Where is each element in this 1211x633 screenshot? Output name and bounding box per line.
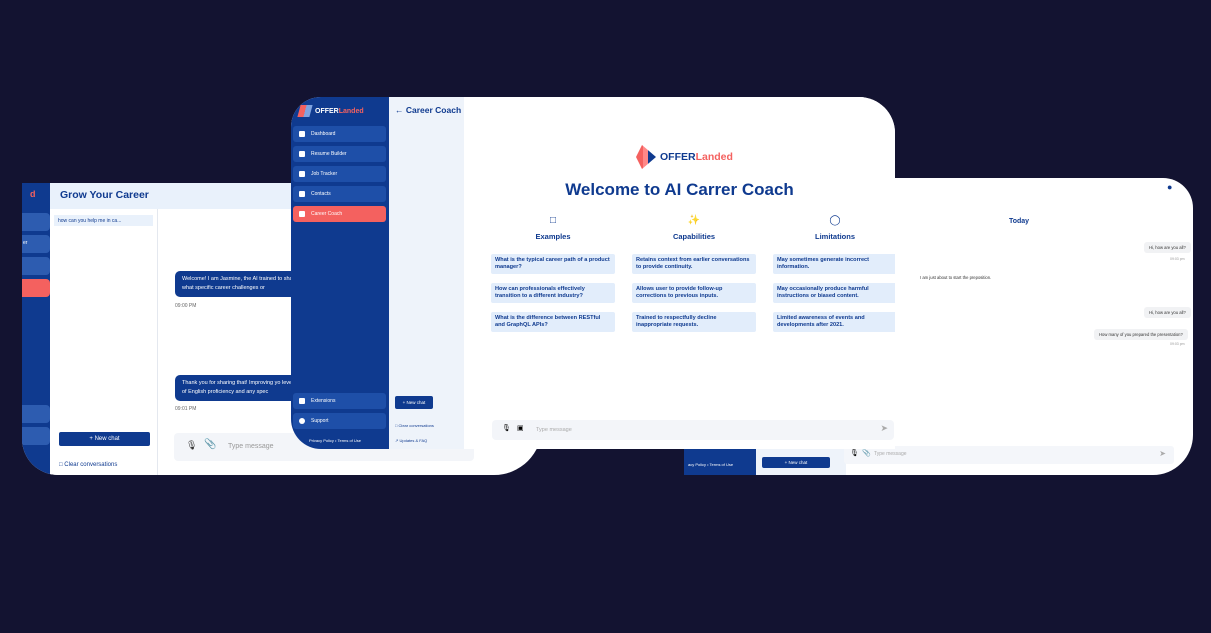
sidebar-item-resume-builder[interactable]: Resume Builder: [293, 146, 386, 162]
message-bubble: How many of you prepared the presentatio…: [1094, 329, 1188, 340]
examples-heading: Examples: [535, 232, 571, 241]
privacy-link[interactable]: Privacy Policy: [309, 438, 334, 443]
message-time: 09:03 pm: [1170, 257, 1185, 261]
footer-links[interactable]: acy Policy • Terms of Use: [688, 462, 733, 467]
shield-warning-icon: ◯: [829, 215, 841, 226]
brand-logo[interactable]: OFFER Landed: [297, 105, 364, 117]
message-input-bar: 🎙 ▣ Type message ➤: [492, 420, 894, 440]
resume-icon: [299, 151, 305, 157]
attach-icon[interactable]: 📎: [862, 449, 871, 457]
terms-link[interactable]: Terms of Use: [337, 438, 361, 443]
dashboard-icon: [299, 131, 305, 137]
message-time: 09:01 PM: [175, 406, 197, 412]
message-input[interactable]: Type message: [228, 443, 274, 450]
limitation-item: May sometimes generate incorrect informa…: [773, 254, 895, 274]
attach-icon[interactable]: 📎: [204, 439, 216, 450]
message-time: 09:00 PM: [175, 303, 197, 309]
updates-faq-link[interactable]: ↗ Updates & FAQ: [395, 438, 427, 443]
example-prompt[interactable]: What is the difference between RESTful a…: [491, 312, 615, 332]
headset-icon: [299, 418, 305, 424]
limitations-heading: Limitations: [814, 232, 855, 241]
chat-history-panel: ← Career Coach + New chat □ Clear conver…: [389, 97, 464, 449]
message-time: 09:03 pm: [1170, 342, 1185, 346]
message-text: I am just about to start the preposition…: [920, 275, 992, 280]
briefcase-icon: [299, 171, 305, 177]
image-icon[interactable]: ▣: [517, 424, 524, 432]
microphone-icon[interactable]: 🎙: [502, 424, 511, 432]
logo-icon: [297, 105, 313, 117]
microphone-icon[interactable]: 🎙: [850, 449, 859, 457]
new-chat-button[interactable]: + New chat: [395, 396, 433, 409]
date-divider: Today: [1008, 218, 1030, 225]
limitation-item: May occasionally produce harmful instruc…: [773, 283, 895, 303]
left-sidebar: d er: [22, 183, 50, 475]
contacts-icon: [299, 191, 305, 197]
assistant-message: Welcome! I am Jasmine, the AI trained to…: [175, 271, 305, 297]
sidebar-item-support[interactable]: Support: [293, 413, 386, 429]
sidebar-item-active[interactable]: [22, 279, 50, 297]
message-input[interactable]: Type message: [874, 451, 907, 457]
welcome-heading: Welcome to AI Carrer Coach: [565, 180, 794, 199]
logo-fragment: d: [30, 189, 36, 199]
send-icon[interactable]: ➤: [880, 423, 888, 434]
sidebar-item[interactable]: [22, 427, 50, 445]
message-input[interactable]: Type message: [536, 427, 572, 433]
new-chat-button[interactable]: + New chat: [59, 432, 150, 446]
sidebar-item[interactable]: [22, 405, 50, 423]
main-sidebar: OFFER Landed Dashboard Resume Builder Job…: [291, 97, 389, 449]
microphone-icon[interactable]: 🎙: [186, 440, 197, 451]
sidebar-item[interactable]: er: [22, 235, 50, 253]
sidebar-item-career-coach[interactable]: Career Coach: [293, 206, 386, 222]
sidebar-item-contacts[interactable]: Contacts: [293, 186, 386, 202]
sidebar-item-dashboard[interactable]: Dashboard: [293, 126, 386, 142]
send-icon[interactable]: ➤: [1159, 449, 1166, 458]
example-prompt[interactable]: How can professionals effectively transi…: [491, 283, 615, 303]
sidebar-item[interactable]: [22, 257, 50, 275]
new-chat-button[interactable]: + New chat: [762, 457, 830, 468]
message-bubble: Hi, how are you all?: [1144, 307, 1191, 318]
bell-icon[interactable]: ●: [1167, 182, 1172, 192]
message-bubble: Hi, how are you all?: [1144, 242, 1191, 253]
clear-conversations-link[interactable]: □ Clear conversations: [395, 423, 434, 428]
back-header[interactable]: ← Career Coach: [395, 105, 461, 115]
page-title: Career Coach: [405, 105, 462, 115]
career-coach-window: OFFER Landed Dashboard Resume Builder Job…: [291, 97, 895, 449]
capabilities-heading: Capabilities: [672, 232, 716, 241]
clear-conversations-link[interactable]: □ Clear conversations: [59, 462, 117, 468]
trash-icon: □: [395, 423, 398, 428]
limitation-item: Limited awareness of events and developm…: [773, 312, 895, 332]
coach-icon: [299, 211, 305, 217]
examples-icon: □: [549, 215, 557, 226]
sidebar-item-extensions[interactable]: Extensions: [293, 393, 386, 409]
chat-main: OFFER Landed Welcome to AI Carrer Coach □…: [464, 97, 895, 449]
example-prompt[interactable]: What is the typical career path of a pro…: [491, 254, 615, 274]
capability-item: Retains context from earlier conversatio…: [632, 254, 756, 274]
back-arrow-icon[interactable]: ←: [395, 105, 404, 115]
assistant-message: Thank you for sharing that! Improving yo…: [175, 375, 305, 401]
history-item[interactable]: how can you help me in ca...: [54, 215, 153, 226]
capability-item: Trained to respectfully decline inapprop…: [632, 312, 756, 332]
trash-icon: □: [59, 462, 63, 468]
sidebar-item[interactable]: [22, 213, 50, 231]
footer-links: Privacy Policy • Terms of Use: [309, 438, 362, 443]
capability-item: Allows user to provide follow-up correct…: [632, 283, 756, 303]
external-link-icon: ↗: [395, 438, 399, 443]
puzzle-icon: [299, 398, 305, 404]
sidebar-item-job-tracker[interactable]: Job Tracker: [293, 166, 386, 182]
sparkle-icon: ✨: [687, 215, 701, 226]
logo-icon: [636, 145, 656, 169]
center-logo: OFFER Landed: [636, 145, 733, 169]
page-title: Grow Your Career: [60, 189, 149, 201]
chat-history-panel: how can you help me in ca... + New chat …: [50, 209, 157, 475]
